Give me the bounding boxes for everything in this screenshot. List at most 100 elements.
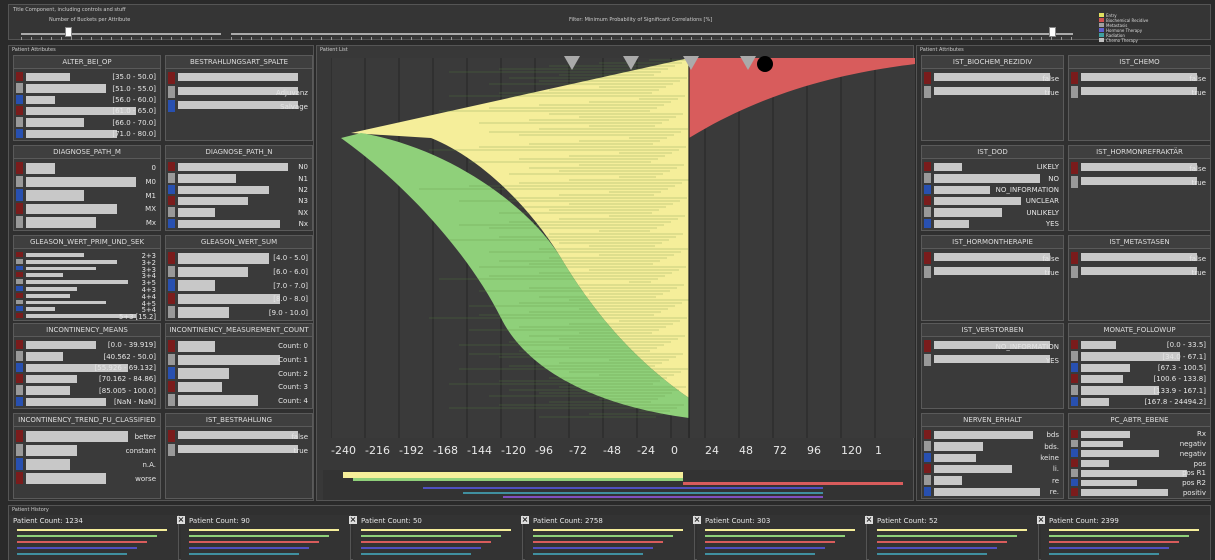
category-bar[interactable]: [934, 185, 991, 194]
category-bar[interactable]: [934, 73, 1050, 81]
category-bar[interactable]: [26, 341, 97, 350]
category-bar[interactable]: [934, 219, 970, 228]
category-bar[interactable]: [178, 73, 298, 81]
close-snapshot-icon[interactable]: ×: [865, 516, 873, 524]
history-snapshot[interactable]: × Patient Count: 50: [349, 515, 523, 560]
category-bar[interactable]: [26, 266, 97, 271]
attribute-card-nerven-erhalt[interactable]: NERVEN_ERHALT bds bds. keine li. re re.: [921, 413, 1064, 499]
category-bar[interactable]: [1081, 163, 1197, 171]
history-snapshot[interactable]: × Patient Count: 2758: [521, 515, 695, 560]
category-bar[interactable]: [26, 300, 107, 305]
attribute-card-ist-dod[interactable]: IST_DOD LIKELY NO NO_INFORMATION UNCLEAR UNLI…: [921, 145, 1064, 231]
category-bar[interactable]: [26, 176, 136, 188]
category-bar[interactable]: [26, 352, 63, 361]
category-bar[interactable]: [26, 203, 117, 215]
attribute-card-ist-chemo[interactable]: IST_CHEMO false true: [1068, 55, 1211, 141]
category-bar[interactable]: [26, 163, 56, 174]
category-bar[interactable]: [1081, 267, 1197, 275]
category-bar[interactable]: [934, 253, 1050, 261]
category-bar[interactable]: [178, 381, 222, 393]
category-bar[interactable]: [178, 174, 237, 183]
filter-slider-handle[interactable]: [1049, 27, 1056, 37]
category-bar[interactable]: [178, 219, 281, 228]
category-bar[interactable]: [26, 375, 78, 384]
overview-minimap[interactable]: [323, 470, 913, 500]
category-bar[interactable]: [934, 465, 1012, 474]
category-bar[interactable]: [26, 431, 129, 442]
close-snapshot-icon[interactable]: ×: [1037, 516, 1045, 524]
filter-marker-1[interactable]: [564, 56, 580, 70]
category-bar[interactable]: [178, 293, 281, 305]
history-snapshot[interactable]: × Patient Count: 90: [177, 515, 351, 560]
category-bar[interactable]: [178, 280, 215, 291]
category-bar[interactable]: [1081, 440, 1124, 448]
attribute-card-incontinency-measurement-count[interactable]: INCONTINENCY_MEASUREMENT_COUNT Count: 0 Co…: [165, 323, 313, 409]
category-bar[interactable]: [26, 84, 107, 93]
category-bar[interactable]: [178, 307, 230, 318]
category-bar[interactable]: [178, 445, 298, 453]
attribute-card-ist-metastasen[interactable]: IST_METASTASEN false true: [1068, 235, 1211, 321]
category-bar[interactable]: [178, 185, 269, 194]
category-bar[interactable]: [1081, 341, 1117, 350]
category-bar[interactable]: [1081, 450, 1159, 458]
category-bar[interactable]: [178, 197, 249, 206]
attribute-card-monate-followup[interactable]: MONATE_FOLLOWUP [0.0 - 33.5] [34.0 - 67.1]…: [1068, 323, 1211, 409]
category-bar[interactable]: [178, 341, 215, 352]
history-snapshot[interactable]: × Patient Count: 303: [693, 515, 867, 560]
attribute-card-ist-verstorben[interactable]: IST_VERSTORBEN NO_INFORMATION YES: [921, 323, 1064, 409]
category-bar[interactable]: [178, 395, 259, 406]
category-bar[interactable]: [26, 118, 85, 127]
category-bar[interactable]: [934, 431, 1033, 440]
filter-marker-4[interactable]: [740, 56, 756, 70]
category-bar[interactable]: [1081, 363, 1131, 372]
category-bar[interactable]: [1081, 253, 1197, 261]
attribute-card-ist-hormonrefrakt-r[interactable]: IST_HORMONREFRAKTÄR false true: [1068, 145, 1211, 231]
filter-slider-track[interactable]: [231, 33, 1073, 35]
filter-marker-dot[interactable]: [757, 56, 773, 72]
category-bar[interactable]: [934, 197, 1022, 206]
attribute-card-diagnose-path-m[interactable]: DIAGNOSE_PATH_M 0 M0 M1 MX Mx: [13, 145, 161, 231]
category-bar[interactable]: [1081, 431, 1131, 438]
category-bar[interactable]: [934, 355, 1050, 363]
category-bar[interactable]: [1081, 87, 1197, 95]
category-bar[interactable]: [26, 459, 70, 470]
category-bar[interactable]: [934, 487, 1040, 496]
category-bar[interactable]: [26, 280, 129, 284]
attribute-card-ist-hormontherapie[interactable]: IST_HORMONTHERAPIE false true: [921, 235, 1064, 321]
category-bar[interactable]: [1081, 386, 1159, 395]
category-bar[interactable]: [178, 431, 298, 439]
category-bar[interactable]: [934, 476, 963, 485]
category-bar[interactable]: [1081, 460, 1110, 467]
category-bar[interactable]: [178, 368, 230, 379]
category-bar[interactable]: [26, 190, 85, 201]
category-bar[interactable]: [1081, 489, 1169, 496]
attribute-card-pc-abtr-ebene[interactable]: PC_ABTR_EBENE Rx negativ negativ pos pos R1 po…: [1068, 413, 1211, 499]
history-snapshot[interactable]: × Patient Count: 2399: [1037, 515, 1211, 560]
category-bar[interactable]: [26, 293, 70, 298]
category-bar[interactable]: [26, 445, 78, 456]
category-bar[interactable]: [26, 259, 117, 264]
category-bar[interactable]: [934, 208, 1002, 217]
attribute-card-gleason-wert-prim-und-sek[interactable]: GLEASON_WERT_PRIM_UND_SEK 2+3 3+2 3+3 3+4 3+5…: [13, 235, 161, 321]
category-bar[interactable]: [26, 73, 70, 82]
category-bar[interactable]: [26, 95, 56, 104]
category-bar[interactable]: [934, 442, 984, 451]
attribute-card-gleason-wert-sum[interactable]: GLEASON_WERT_SUM [4.0 - 5.0] [6.0 - 6.0] [7…: [165, 235, 313, 321]
category-bar[interactable]: [178, 208, 215, 217]
category-bar[interactable]: [178, 163, 288, 172]
filter-marker-2[interactable]: [623, 56, 639, 70]
category-bar[interactable]: [178, 266, 249, 278]
buckets-slider-track[interactable]: [21, 33, 221, 35]
filter-marker-3[interactable]: [683, 56, 699, 70]
category-bar[interactable]: [26, 397, 107, 406]
history-snapshot[interactable]: Patient Count: 1234: [9, 515, 179, 560]
attribute-card-alter-bei-op[interactable]: ALTER_BEI_OP [35.0 - 50.0] [51.0 - 55.0] [5…: [13, 55, 161, 141]
close-snapshot-icon[interactable]: ×: [521, 516, 529, 524]
category-bar[interactable]: [934, 163, 963, 172]
category-bar[interactable]: [26, 386, 70, 395]
category-bar[interactable]: [1081, 469, 1187, 477]
close-snapshot-icon[interactable]: ×: [177, 516, 185, 524]
category-bar[interactable]: [934, 87, 1050, 95]
category-bar[interactable]: [1081, 73, 1197, 81]
category-bar[interactable]: [178, 253, 269, 264]
